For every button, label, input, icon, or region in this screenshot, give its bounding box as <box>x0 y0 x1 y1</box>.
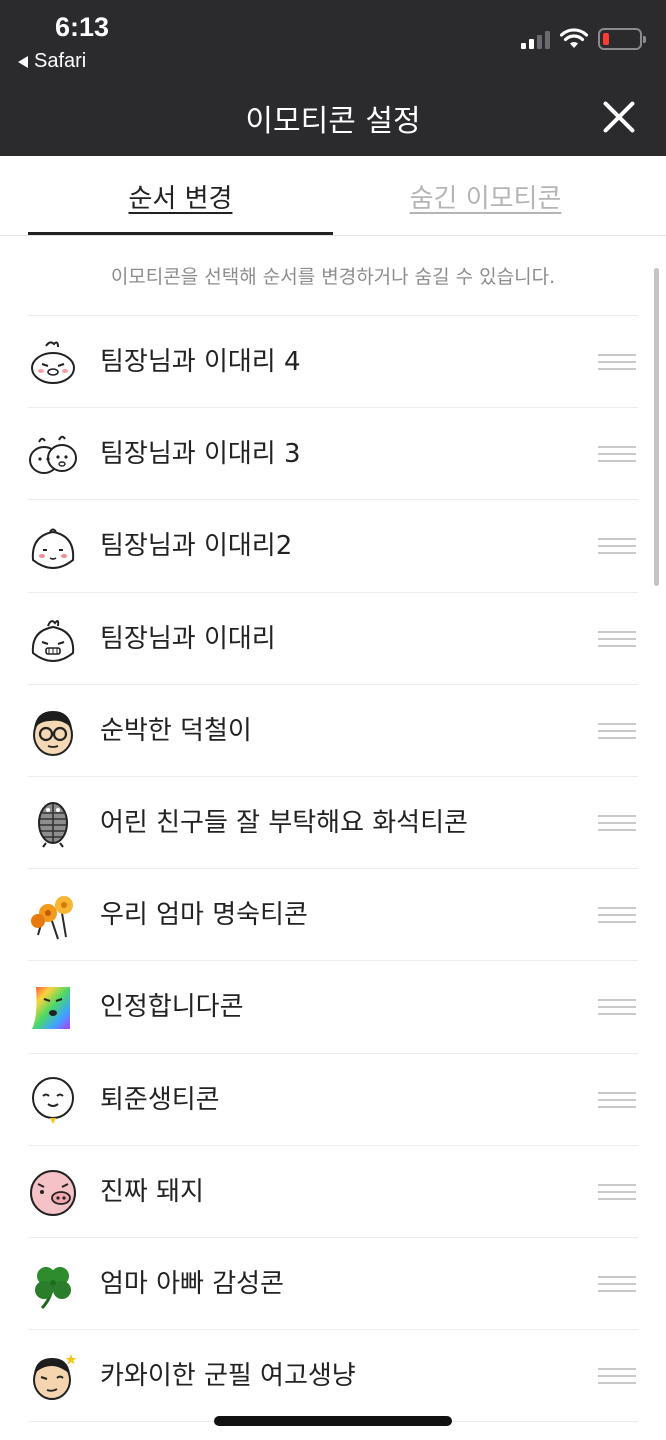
emoticon-name: 팀장님과 이대리2 <box>100 531 293 562</box>
list-item[interactable]: 엄마 아빠 감성콘 <box>28 1238 638 1331</box>
rainbow-face-icon <box>32 987 70 1030</box>
emoticon-name: 퇴준생티콘 <box>100 1084 220 1115</box>
emoticon-name: 팀장님과 이대리 3 <box>100 439 301 470</box>
drag-handle-icon[interactable] <box>598 1183 636 1204</box>
scrollbar[interactable] <box>654 268 659 586</box>
cellular-signal-icon <box>521 29 550 49</box>
list-item[interactable]: 팀장님과 이대리2 <box>28 500 638 593</box>
tab-bar: 순서 변경 숨긴 이모티콘 <box>0 156 666 236</box>
soldier-face-icon <box>33 1354 77 1401</box>
home-indicator[interactable] <box>214 1416 452 1426</box>
wifi-icon <box>560 28 588 48</box>
list-item[interactable]: 팀장님과 이대리 4 <box>28 316 638 409</box>
drag-handle-icon[interactable] <box>598 1091 636 1112</box>
glasses-man-icon <box>33 710 73 756</box>
flower-icon <box>31 896 73 940</box>
active-tab-indicator <box>28 232 333 235</box>
list-item[interactable]: 순박한 덕철이 <box>28 685 638 777</box>
tab-hidden-emoticons[interactable]: 숨긴 이모티콘 <box>333 178 638 215</box>
back-to-app-link[interactable]: Safari <box>18 50 86 73</box>
drag-handle-icon[interactable] <box>598 722 636 743</box>
emoticon-name: 카와이한 군필 여고생냥 <box>100 1361 356 1392</box>
drag-handle-icon[interactable] <box>598 446 636 466</box>
two-buns-icon <box>29 435 77 475</box>
emoticon-name: 어린 친구들 잘 부탁해요 화석티콘 <box>100 807 468 838</box>
status-icons <box>521 28 646 50</box>
drag-handle-icon[interactable] <box>598 354 636 374</box>
list-item[interactable]: 우리 엄마 명숙티콘 <box>28 869 638 962</box>
top-bar: 6:13 Safari 이모티콘 설정 <box>0 0 666 156</box>
bun-blush-icon <box>31 528 75 570</box>
list-item[interactable]: 팀장님과 이대리 3 <box>28 408 638 501</box>
close-icon[interactable] <box>600 98 638 136</box>
list-item[interactable]: 진짜 돼지 <box>28 1146 638 1238</box>
battery-icon <box>598 28 646 50</box>
smile-face-icon <box>32 1076 74 1124</box>
emoticon-name: 진짜 돼지 <box>100 1176 204 1207</box>
emoticon-list: 팀장님과 이대리 4 팀장님과 이대리 3 팀장님과 이대리2 팀장님과 이대리… <box>28 316 638 1423</box>
bun-grin-icon <box>31 619 75 662</box>
back-triangle-icon <box>18 55 28 68</box>
trilobite-icon <box>38 801 68 848</box>
list-item[interactable]: 퇴준생티콘 <box>28 1054 638 1146</box>
tab-reorder[interactable]: 순서 변경 <box>28 178 333 215</box>
emoticon-name: 엄마 아빠 감성콘 <box>100 1268 284 1299</box>
drag-handle-icon[interactable] <box>598 1368 636 1388</box>
page-title: 이모티콘 설정 <box>245 104 421 139</box>
emoticon-name: 순박한 덕철이 <box>100 715 252 746</box>
drag-handle-icon[interactable] <box>598 1275 636 1296</box>
list-item[interactable]: 카와이한 군필 여고생냥 <box>28 1330 638 1423</box>
status-time: 6:13 <box>55 12 110 42</box>
emoticon-name: 인정합니다콘 <box>100 992 244 1023</box>
emoticon-name: 우리 엄마 명숙티콘 <box>100 900 308 931</box>
drag-handle-icon[interactable] <box>598 538 636 558</box>
list-item[interactable]: 팀장님과 이대리 <box>28 593 638 685</box>
emoticon-name: 팀장님과 이대리 4 <box>100 347 301 377</box>
emoticon-name: 팀장님과 이대리 <box>100 623 276 654</box>
drag-handle-icon[interactable] <box>598 999 636 1019</box>
list-item[interactable]: 인정합니다콘 <box>28 961 638 1054</box>
drag-handle-icon[interactable] <box>598 630 636 651</box>
hint-text: 이모티콘을 선택해 순서를 변경하거나 숨길 수 있습니다. <box>110 266 556 288</box>
pig-icon <box>30 1169 76 1216</box>
bun-character-icon <box>31 341 75 384</box>
back-app-label: Safari <box>34 50 87 72</box>
clover-icon <box>35 1266 71 1309</box>
drag-handle-icon[interactable] <box>598 907 636 927</box>
drag-handle-icon[interactable] <box>598 814 636 835</box>
list-item[interactable]: 어린 친구들 잘 부탁해요 화석티콘 <box>28 777 638 870</box>
